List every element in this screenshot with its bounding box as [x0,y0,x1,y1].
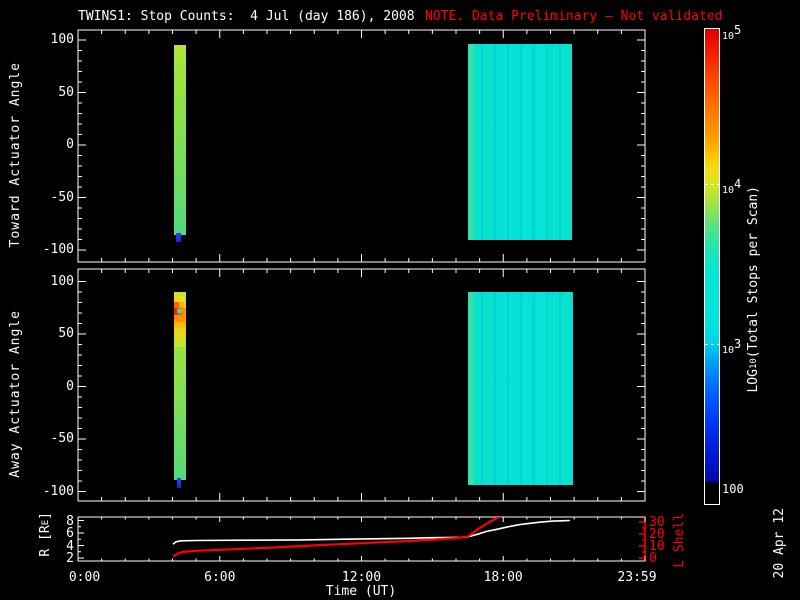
y-tick-label: 0 [66,378,74,394]
preliminary-note: NOTE. Data Preliminary — Not validated [425,9,723,24]
colorbar-tick-label: 104 [722,177,742,197]
heat-region-hot_band_6 [173,322,186,330]
colorbar [704,28,720,505]
colorbar-label-suffix: (Total Stops per Scan) [746,186,761,359]
toward-actuator-panel [78,30,645,262]
colorbar-axis-label: LOG10(Total Stops per Scan) [746,186,761,393]
heat-region-blue_tail [177,477,181,488]
heat-region-cyan_dot [181,474,184,478]
colorbar-tick-label: 105 [722,23,742,43]
colorbar-tick-label: 100 [722,482,744,496]
datestamp: 20 Apr 12 [772,508,787,579]
heat-region-blue_tail [176,232,181,243]
r-tick-label: 2 [66,551,74,566]
heat-region-cyan_dot [181,229,184,233]
page-title: TWINS1: Stop Counts: 4 Jul (day 186), 20… [78,9,415,24]
y-tick-label: -100 [42,242,74,257]
y-tick-label: 100 [50,273,74,289]
heat-region-cyan_block [468,44,572,240]
colorbar-label-prefix: LOG [746,369,761,393]
y-tick-label: -100 [42,483,74,499]
heat-region-cyan_block [468,292,573,485]
x-tick-label: 0:00 [68,570,101,585]
x-tick-label: 12:00 [341,570,382,585]
curve-l-shell [172,517,502,558]
x-tick-label: 6:00 [204,570,236,585]
l-shell-tick-label: 0 [649,551,657,566]
y-tick-label: 0 [66,137,74,152]
away-axis-label: Away Actuator Angle [8,310,23,478]
y-tick-label: -50 [50,189,74,205]
y-tick-label: -50 [50,431,74,446]
heat-region-hot_band_5 [173,315,186,323]
heat-region-cyan_core [176,308,183,314]
x-tick-label: 23:59 [617,570,657,585]
heat-region-stripe_green_1 [173,45,186,235]
twins1-stop-counts-plot: TWINS1: Stop Counts: 4 Jul (day 186), 20… [0,0,800,600]
toward-axis-label: Toward Actuator Angle [8,62,23,248]
y-tick-label: 50 [58,326,74,341]
heat-region-hot_band_8 [173,336,186,347]
y-tick-label: 100 [50,32,74,47]
curve-r [172,519,570,545]
x-tick-label: 18:00 [483,570,523,585]
away-actuator-panel [78,269,645,501]
colorbar-tick-label: 103 [722,337,742,357]
x-axis-title: Time (UT) [325,584,397,599]
y-tick-label: 50 [58,84,74,100]
l-shell-axis-label: L Shell [672,513,687,568]
heat-region-hot_band_7 [173,329,186,337]
colorbar-label-sub: 10 [749,358,759,370]
